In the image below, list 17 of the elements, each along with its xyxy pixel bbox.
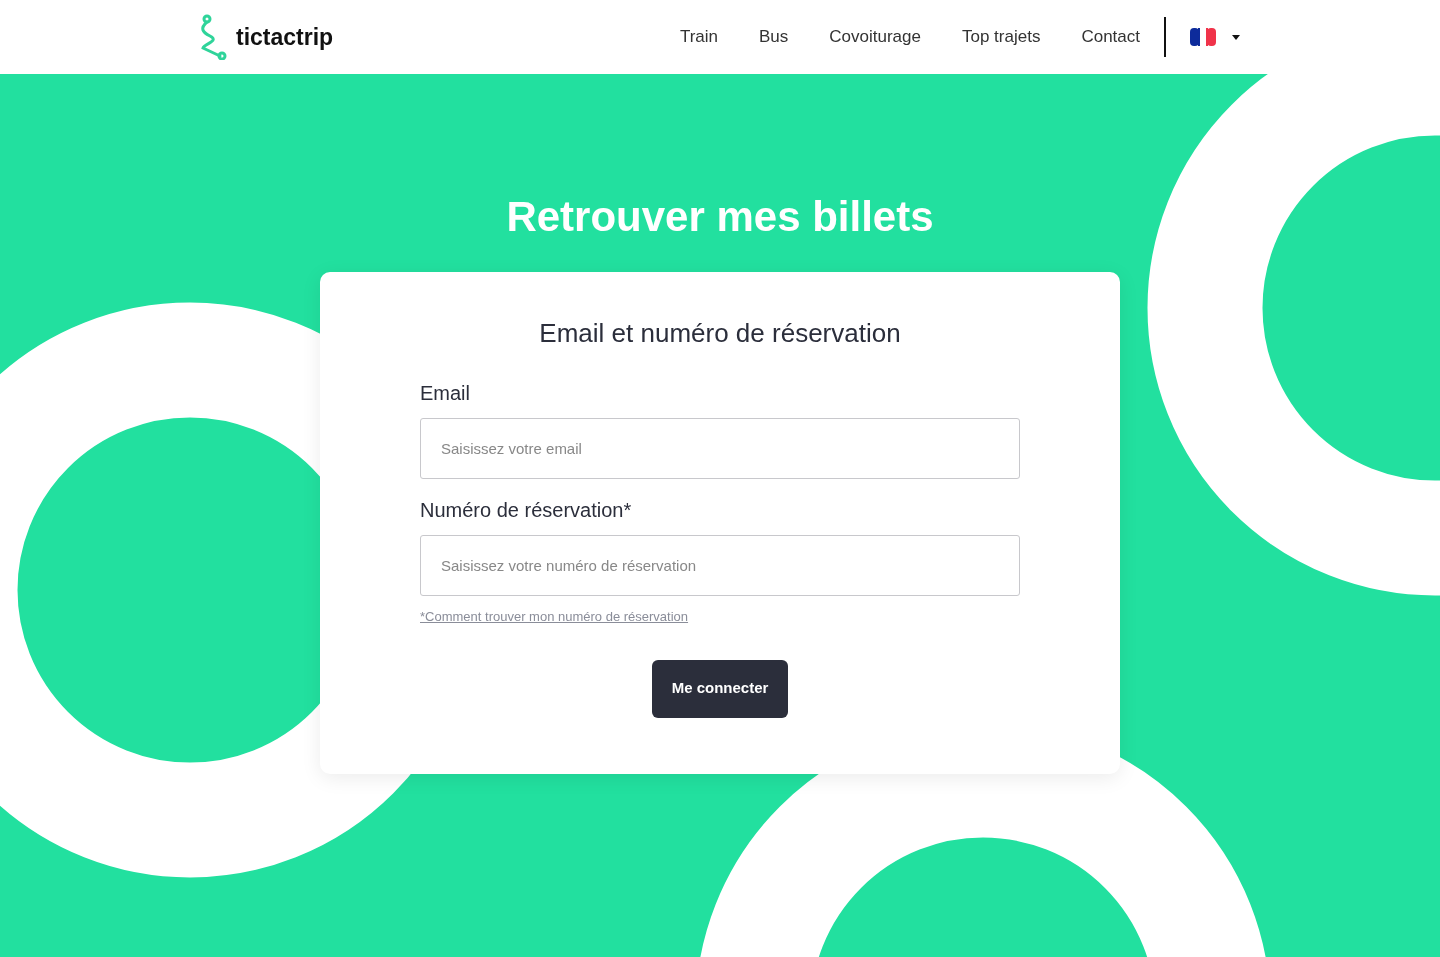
input-field[interactable]: Saisissez votre email: [420, 417, 1020, 479]
nav-link[interactable]: Train: [679, 24, 718, 50]
input-field[interactable]: Saisissez votre numéro de réservation: [420, 534, 1020, 596]
logo-text[interactable]: tictactrip: [236, 19, 334, 55]
form-heading: Email et numéro de réservation: [538, 318, 902, 350]
flag-icon: [1190, 28, 1216, 46]
page-title: Retrouver mes billets: [506, 192, 934, 242]
language-selector[interactable]: [1190, 28, 1240, 46]
field-label: Numéro de réservation*: [420, 497, 633, 523]
nav-link[interactable]: Bus: [759, 24, 789, 50]
submit-button[interactable]: Me connecter: [651, 659, 789, 718]
field-label: Email: [420, 380, 471, 406]
nav-link[interactable]: Covoiturage: [829, 24, 921, 50]
caret-icon: [1232, 34, 1240, 40]
nav-link[interactable]: Top trajets: [961, 24, 1041, 50]
logo-icon: [198, 14, 228, 60]
nav-link[interactable]: Contact: [1081, 24, 1140, 50]
